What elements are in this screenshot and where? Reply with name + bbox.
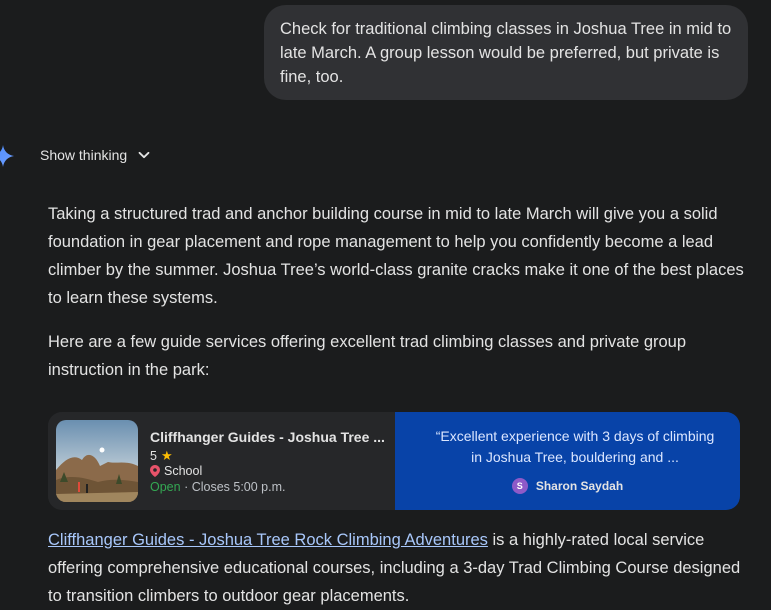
closing-time: · Closes 5:00 p.m. — [180, 480, 286, 494]
place-card[interactable]: Cliffhanger Guides - Joshua Tree ... 5 ★… — [48, 412, 740, 510]
response-paragraph-1: Taking a structured trad and anchor buil… — [48, 205, 744, 307]
response-paragraph-2: Here are a few guide services offering e… — [48, 333, 687, 379]
place-hours: Open · Closes 5:00 p.m. — [150, 480, 286, 494]
reviewer: S Sharon Saydah — [395, 478, 740, 494]
review-snippet[interactable]: “Excellent experience with 3 days of cli… — [395, 412, 740, 510]
rating-value: 5 — [150, 449, 157, 463]
response-paragraph-3: Cliffhanger Guides - Joshua Tree Rock Cl… — [48, 526, 748, 610]
place-type-label: School — [164, 464, 203, 478]
review-quote: “Excellent experience with 3 days of cli… — [435, 428, 715, 465]
show-thinking-button[interactable]: Show thinking — [40, 147, 151, 163]
user-message-text: Check for traditional climbing classes i… — [280, 20, 732, 86]
place-type: School — [150, 464, 202, 478]
place-card-info[interactable]: Cliffhanger Guides - Joshua Tree ... 5 ★… — [48, 412, 395, 510]
show-thinking-label: Show thinking — [40, 147, 128, 163]
place-rating: 5 ★ — [150, 448, 173, 464]
star-icon: ★ — [160, 448, 173, 463]
place-thumbnail — [56, 420, 138, 502]
place-name[interactable]: Cliffhanger Guides - Joshua Tree ... — [150, 429, 385, 445]
chevron-down-icon — [138, 151, 150, 159]
open-status: Open — [150, 480, 181, 494]
gemini-spark-icon — [0, 145, 14, 167]
place-link[interactable]: Cliffhanger Guides - Joshua Tree Rock Cl… — [48, 531, 488, 549]
reviewer-name: Sharon Saydah — [535, 479, 624, 493]
map-pin-icon — [150, 465, 160, 477]
user-message-bubble: Check for traditional climbing classes i… — [264, 5, 748, 100]
place-photo — [56, 420, 138, 502]
avatar: S — [511, 478, 528, 494]
